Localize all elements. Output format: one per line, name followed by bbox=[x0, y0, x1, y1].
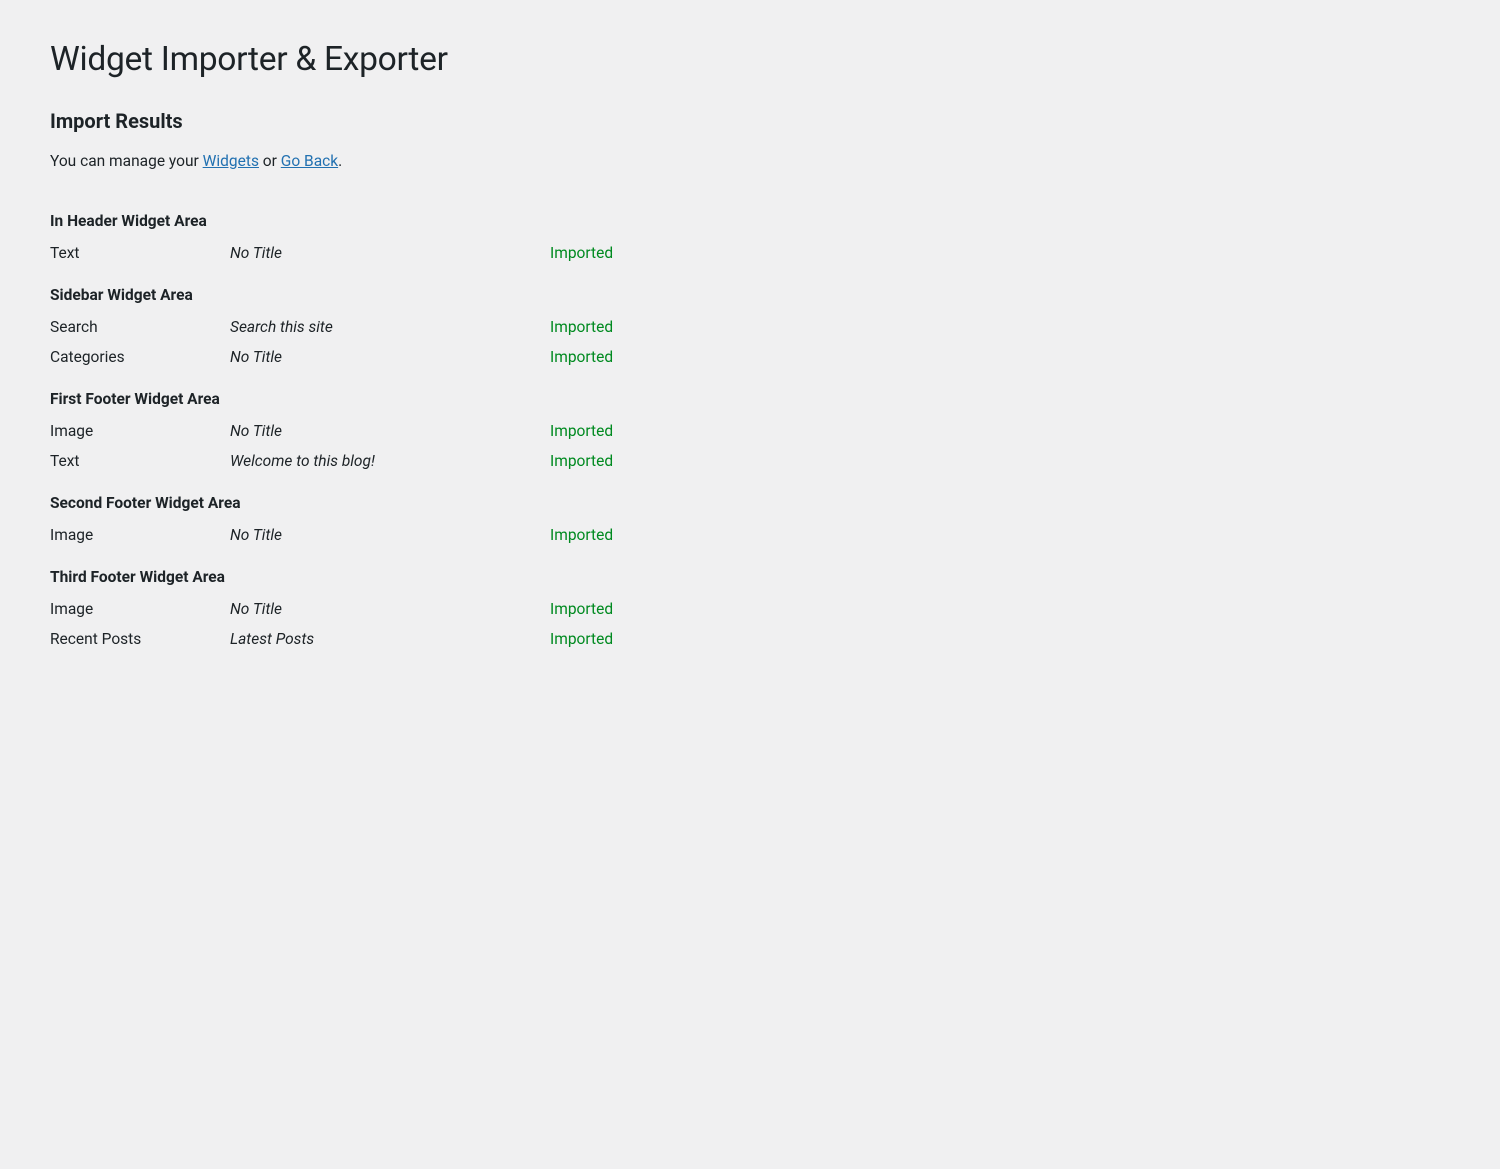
widget-areas-container: In Header Widget AreaTextNo TitleImporte… bbox=[50, 202, 1450, 654]
widget-status: Imported bbox=[550, 422, 710, 440]
widget-title: No Title bbox=[230, 348, 550, 366]
widget-row: TextNo TitleImported bbox=[50, 238, 1450, 268]
widget-area-second-footer: Second Footer Widget AreaImageNo TitleIm… bbox=[50, 484, 1450, 550]
widget-row: SearchSearch this siteImported bbox=[50, 312, 1450, 342]
widget-type: Search bbox=[50, 318, 230, 336]
intro-text-after: . bbox=[338, 152, 342, 170]
widget-title: Latest Posts bbox=[230, 630, 550, 648]
widget-row: CategoriesNo TitleImported bbox=[50, 342, 1450, 372]
widget-area-title-first-footer: First Footer Widget Area bbox=[50, 380, 1450, 416]
widget-type: Image bbox=[50, 600, 230, 618]
widget-status: Imported bbox=[550, 244, 710, 262]
widget-status: Imported bbox=[550, 526, 710, 544]
widget-title: Search this site bbox=[230, 318, 550, 336]
widget-title: No Title bbox=[230, 600, 550, 618]
widget-row: Recent PostsLatest PostsImported bbox=[50, 624, 1450, 654]
widget-type: Text bbox=[50, 452, 230, 470]
widget-area-title-sidebar: Sidebar Widget Area bbox=[50, 276, 1450, 312]
widget-status: Imported bbox=[550, 318, 710, 336]
widget-type: Text bbox=[50, 244, 230, 262]
widgets-link[interactable]: Widgets bbox=[203, 152, 259, 170]
intro-text-before: You can manage your bbox=[50, 152, 203, 170]
widget-type: Image bbox=[50, 526, 230, 544]
widget-status: Imported bbox=[550, 452, 710, 470]
widget-title: No Title bbox=[230, 422, 550, 440]
widget-area-title-third-footer: Third Footer Widget Area bbox=[50, 558, 1450, 594]
intro-text-middle: or bbox=[259, 152, 281, 170]
page-title: Widget Importer & Exporter bbox=[50, 40, 1450, 79]
import-results-heading: Import Results bbox=[50, 109, 1450, 133]
widget-type: Image bbox=[50, 422, 230, 440]
widget-area-third-footer: Third Footer Widget AreaImageNo TitleImp… bbox=[50, 558, 1450, 654]
widget-type: Categories bbox=[50, 348, 230, 366]
go-back-link[interactable]: Go Back bbox=[281, 152, 338, 170]
widget-row: ImageNo TitleImported bbox=[50, 520, 1450, 550]
widget-type: Recent Posts bbox=[50, 630, 230, 648]
widget-row: ImageNo TitleImported bbox=[50, 416, 1450, 446]
widget-area-in-header: In Header Widget AreaTextNo TitleImporte… bbox=[50, 202, 1450, 268]
widget-title: Welcome to this blog! bbox=[230, 452, 550, 470]
widget-area-first-footer: First Footer Widget AreaImageNo TitleImp… bbox=[50, 380, 1450, 476]
widget-row: TextWelcome to this blog!Imported bbox=[50, 446, 1450, 476]
widget-area-title-second-footer: Second Footer Widget Area bbox=[50, 484, 1450, 520]
widget-row: ImageNo TitleImported bbox=[50, 594, 1450, 624]
widget-title: No Title bbox=[230, 526, 550, 544]
widget-area-sidebar: Sidebar Widget AreaSearchSearch this sit… bbox=[50, 276, 1450, 372]
widget-title: No Title bbox=[230, 244, 550, 262]
widget-area-title-in-header: In Header Widget Area bbox=[50, 202, 1450, 238]
widget-status: Imported bbox=[550, 348, 710, 366]
widget-status: Imported bbox=[550, 630, 710, 648]
widget-status: Imported bbox=[550, 600, 710, 618]
intro-paragraph: You can manage your Widgets or Go Back. bbox=[50, 149, 1450, 174]
